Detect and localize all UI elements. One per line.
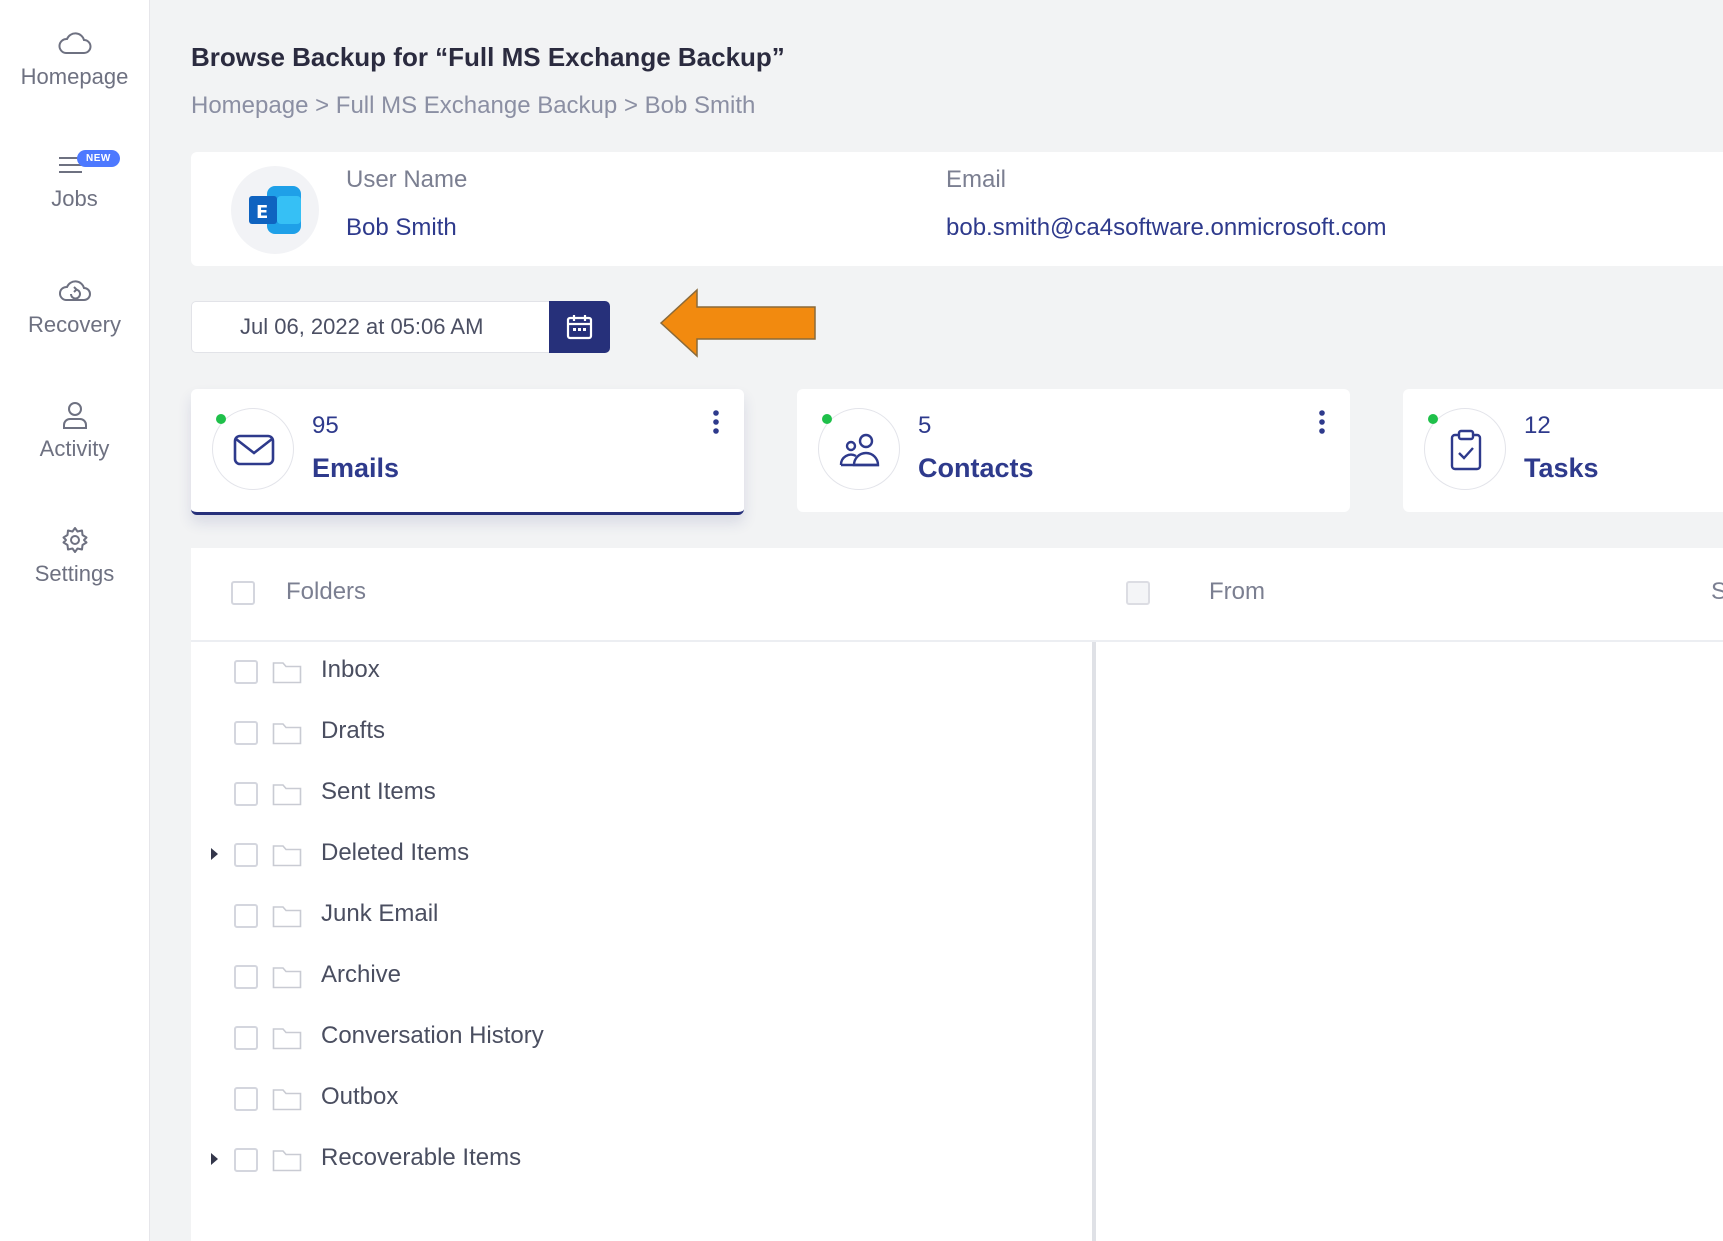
sidebar-item-settings[interactable]: Settings (0, 525, 149, 587)
folder-name: Deleted Items (321, 839, 470, 866)
user-name-value: Bob Smith (346, 214, 457, 241)
sidebar-item-homepage[interactable]: Homepage (0, 28, 149, 90)
folder-row-drafts[interactable]: Drafts (191, 703, 1092, 763)
expand-caret-icon[interactable] (211, 848, 218, 860)
expand-caret-icon[interactable] (211, 1153, 218, 1165)
table-header: Folders From S (191, 548, 1723, 642)
breadcrumb: Homepage > Full MS Exchange Backup > Bob… (191, 92, 755, 120)
contacts-label: Contacts (918, 453, 1034, 483)
sidebar-item-label: Activity (39, 436, 110, 461)
email-label: Email (946, 166, 1007, 193)
svg-text:E: E (256, 202, 268, 223)
select-all-folders-checkbox[interactable] (231, 581, 255, 605)
status-dot (1428, 414, 1438, 424)
emails-count: 95 (312, 412, 339, 439)
breadcrumb-homepage[interactable]: Homepage (191, 92, 308, 119)
from-column-header[interactable]: From (1209, 578, 1265, 606)
status-dot (216, 414, 226, 424)
folders-column-header: Folders (286, 578, 367, 605)
folder-checkbox[interactable] (234, 782, 258, 806)
tasks-label: Tasks (1524, 453, 1599, 483)
folder-name: Archive (321, 961, 402, 988)
subject-column-header[interactable]: S (1711, 578, 1723, 606)
cloud-recovery-icon (58, 280, 91, 301)
folder-name: Conversation History (321, 1022, 544, 1049)
folder-checkbox[interactable] (234, 843, 258, 867)
sidebar-item-activity[interactable]: Activity (0, 400, 149, 462)
folder-icon (272, 906, 302, 928)
folder-checkbox[interactable] (234, 1026, 258, 1050)
annotation-arrow-icon (659, 288, 816, 358)
calendar-button[interactable] (549, 301, 610, 353)
exchange-logo-icon: E (249, 186, 301, 234)
folder-row-outbox[interactable]: Outbox (191, 1069, 1092, 1129)
gear-icon (62, 527, 87, 553)
sidebar-item-jobs[interactable]: NEW Jobs (0, 150, 149, 212)
folder-checkbox[interactable] (234, 721, 258, 745)
tasks-count: 12 (1524, 412, 1551, 439)
folder-row-conversation-history[interactable]: Conversation History (191, 1008, 1092, 1068)
cloud-icon (58, 32, 91, 54)
folder-icon (272, 1028, 302, 1050)
sidebar-item-label: Homepage (20, 64, 129, 89)
page-title: Browse Backup for “Full MS Exchange Back… (191, 42, 785, 72)
sidebar-item-label: Settings (34, 561, 115, 586)
items-list-panel (1096, 642, 1723, 1241)
user-info-card: E User Name Bob Smith Email bob.smith@ca… (191, 152, 1723, 266)
folder-name: Sent Items (321, 778, 436, 805)
breadcrumb-backup[interactable]: Full MS Exchange Backup (336, 92, 617, 119)
folder-icon (272, 1150, 302, 1172)
folder-row-archive[interactable]: Archive (191, 947, 1092, 1007)
folder-name: Recoverable Items (321, 1144, 522, 1171)
folder-icon (272, 723, 302, 745)
mail-icon (233, 434, 275, 466)
select-all-items-checkbox[interactable] (1126, 581, 1150, 605)
more-options-icon[interactable] (1318, 409, 1326, 435)
sidebar-item-label: Recovery (28, 312, 121, 337)
backup-date-field[interactable]: Jul 06, 2022 at 05:06 AM (191, 301, 549, 353)
folder-row-inbox[interactable]: Inbox (191, 642, 1092, 702)
folder-name: Inbox (321, 656, 380, 683)
folder-icon (272, 662, 302, 684)
category-card-contacts[interactable]: 5 Contacts (797, 389, 1350, 512)
folder-name: Junk Email (321, 900, 439, 927)
emails-label: Emails (312, 453, 400, 483)
folder-checkbox[interactable] (234, 965, 258, 989)
folder-name: Drafts (321, 717, 386, 744)
calendar-icon (566, 315, 593, 340)
folder-row-sent-items[interactable]: Sent Items (191, 764, 1092, 824)
breadcrumb-user: Bob Smith (644, 92, 756, 119)
clipboard-check-icon (1450, 429, 1482, 471)
category-card-tasks[interactable]: 12 Tasks (1403, 389, 1723, 512)
breadcrumb-separator: > (315, 92, 330, 119)
folder-checkbox[interactable] (234, 1148, 258, 1172)
folder-checkbox[interactable] (234, 1087, 258, 1111)
folder-name: Outbox (321, 1083, 399, 1110)
new-badge: NEW (77, 150, 120, 167)
user-name-label: User Name (346, 166, 468, 193)
user-icon (62, 402, 87, 429)
contacts-icon (839, 433, 880, 467)
sidebar-item-recovery[interactable]: Recovery (0, 276, 149, 338)
folder-checkbox[interactable] (234, 660, 258, 684)
folder-row-recoverable-items[interactable]: Recoverable Items (191, 1130, 1092, 1190)
folder-icon (272, 784, 302, 806)
folder-icon (272, 845, 302, 867)
status-dot (822, 414, 832, 424)
folder-row-junk-email[interactable]: Junk Email (191, 886, 1092, 946)
contacts-count: 5 (918, 412, 932, 439)
breadcrumb-separator: > (623, 92, 638, 119)
folders-tree: Inbox Drafts Sent Items Deleted Items Ju… (191, 642, 1092, 1241)
sidebar-item-label: Jobs (51, 186, 98, 211)
folder-icon (272, 1089, 302, 1111)
folder-icon (272, 967, 302, 989)
avatar: E (231, 166, 319, 254)
folder-row-deleted-items[interactable]: Deleted Items (191, 825, 1092, 885)
sidebar: Homepage NEW Jobs Recovery Activity Sett… (0, 0, 150, 1241)
more-options-icon[interactable] (712, 409, 720, 435)
category-card-emails[interactable]: 95 Emails (191, 389, 744, 515)
folder-checkbox[interactable] (234, 904, 258, 928)
email-value: bob.smith@ca4software.onmicrosoft.com (946, 214, 1387, 241)
